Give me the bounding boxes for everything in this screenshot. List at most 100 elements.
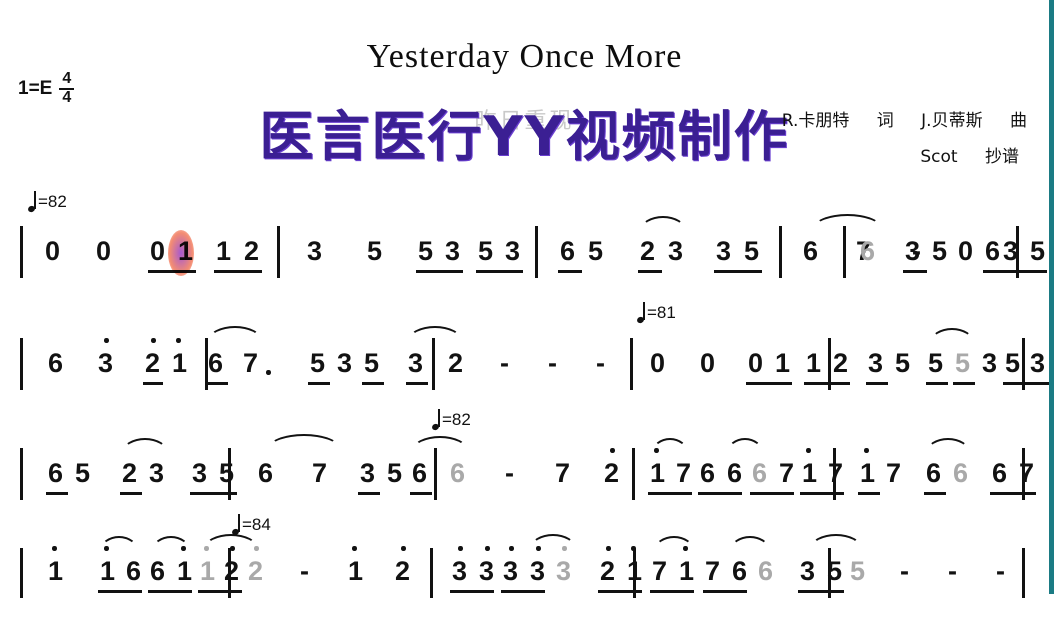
note: 7 (779, 458, 795, 488)
note-tied: 2 (248, 556, 264, 586)
note: 3 (1030, 348, 1046, 378)
beam (450, 590, 494, 593)
note: 5 (364, 348, 380, 378)
beam (148, 590, 192, 593)
duration-dash: - (300, 556, 309, 586)
note-tied: 1 (200, 556, 216, 586)
duration-dash: - (900, 556, 909, 586)
beam (866, 382, 888, 385)
slur (810, 534, 862, 549)
beam (858, 492, 880, 495)
beam (98, 590, 142, 593)
note: 1 (100, 556, 116, 586)
staff-line-2: 6 3 2 1 6 7 5 3 5 3 2 - - - 0 0 0 1 1 . … (0, 326, 1049, 422)
tempo-value-1: =82 (38, 192, 67, 211)
note: 7 (312, 458, 328, 488)
note: 7 (828, 458, 844, 488)
tempo-mark-1: =82 (27, 191, 67, 214)
note-tied: 6 (752, 458, 768, 488)
composer-role: 曲 (1010, 111, 1027, 131)
beam (308, 382, 330, 385)
note: 3 (982, 348, 998, 378)
transcriber-role: 抄谱 (985, 146, 1019, 167)
lyricist-role: 词 (876, 111, 894, 131)
note: 3 (452, 556, 468, 586)
note: 6 (732, 556, 748, 586)
note-tied: 6 (450, 458, 466, 488)
barline (20, 338, 23, 390)
note: 6 (126, 556, 142, 586)
barline (632, 448, 635, 500)
beam (804, 382, 850, 385)
barline (20, 448, 23, 500)
note: 7 (652, 556, 668, 586)
note: 3 (98, 348, 114, 378)
beam (924, 492, 946, 495)
barline (20, 548, 23, 598)
beam (650, 590, 694, 593)
barline (430, 548, 433, 598)
beam (598, 590, 642, 593)
octave-dot (864, 448, 869, 453)
beam (120, 492, 142, 495)
note: 1 (802, 458, 818, 488)
slur (208, 326, 262, 341)
duration-dash: - (996, 556, 1005, 586)
note: 7 (886, 458, 902, 488)
note-tied: 5 (955, 348, 971, 378)
beam (410, 492, 432, 495)
barline (432, 338, 435, 390)
note: 3 (192, 458, 208, 488)
barline (630, 338, 633, 390)
note: 3 (530, 556, 546, 586)
note: 2 (604, 458, 620, 488)
note: 6 (258, 458, 274, 488)
note: 3 (503, 556, 519, 586)
note: 7 (1019, 458, 1035, 488)
note: 2 (145, 348, 161, 378)
note: 1 (177, 556, 193, 586)
octave-dot (254, 546, 259, 551)
credits-block: R.卡朋特 词 J.贝蒂斯 曲 Scot 抄谱 (782, 104, 1027, 175)
beam (406, 382, 428, 385)
note: 6 (48, 458, 64, 488)
note: 1 (775, 348, 791, 378)
octave-dot (352, 546, 357, 551)
beam (648, 492, 692, 495)
note: 5 (1005, 348, 1021, 378)
credits-row-authors: R.卡朋特 词 J.贝蒂斯 曲 (782, 104, 1027, 140)
beam (953, 382, 975, 385)
note: 7 (705, 556, 721, 586)
beam (1003, 382, 1049, 385)
note: 1 (679, 556, 695, 586)
note-tied: 5 (850, 556, 866, 586)
song-title: Yesterday Once More (366, 38, 683, 75)
note-tied: 3 (556, 556, 572, 586)
note: 2 (833, 348, 849, 378)
octave-dot (606, 546, 611, 551)
note: 3 (868, 348, 884, 378)
octave-dot (401, 546, 406, 551)
note: 6 (208, 348, 224, 378)
slur (652, 438, 688, 453)
duration-dash: - (548, 348, 557, 378)
beam (501, 590, 545, 593)
beam (1001, 270, 1047, 273)
note: 5 (219, 458, 235, 488)
note: 5 (895, 348, 911, 378)
note: 3 (337, 348, 353, 378)
slur (530, 534, 576, 549)
barline (1022, 548, 1025, 598)
note: 2 (600, 556, 616, 586)
note: 3 (1003, 236, 1019, 266)
note: 2 (395, 556, 411, 586)
note: 5 (75, 458, 91, 488)
octave-dot (104, 338, 109, 343)
note: 6 (150, 556, 166, 586)
note: 3 (149, 458, 165, 488)
duration-dash: - (500, 348, 509, 378)
note: 1 (172, 348, 188, 378)
note: 2 (224, 556, 240, 586)
dotted-duration-dot (266, 370, 271, 375)
note: 5 (928, 348, 944, 378)
